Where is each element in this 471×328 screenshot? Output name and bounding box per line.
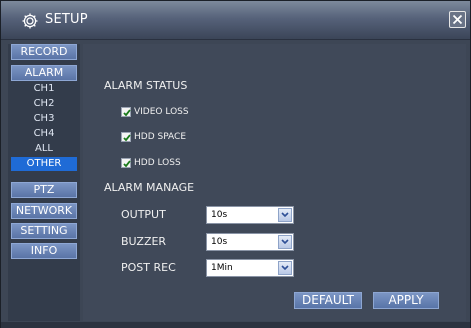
- buzzer-label: BUZZER: [121, 235, 167, 248]
- hdd-loss-label: HDD LOSS: [134, 158, 181, 168]
- post-rec-value: 1Min: [211, 263, 233, 273]
- alarm-item-ch1[interactable]: CH1: [11, 82, 77, 96]
- close-button[interactable]: [449, 11, 466, 28]
- hdd-loss-checkbox[interactable]: [121, 158, 131, 168]
- buzzer-select[interactable]: 10s: [206, 233, 294, 251]
- sidebar-item-record[interactable]: RECORD: [11, 44, 77, 60]
- chevron-down-icon[interactable]: [278, 235, 292, 249]
- hdd-space-checkbox[interactable]: [121, 132, 131, 142]
- alarm-item-ch4[interactable]: CH4: [11, 127, 77, 141]
- chevron-down-icon[interactable]: [278, 208, 292, 222]
- sidebar-item-ptz[interactable]: PTZ: [11, 182, 77, 198]
- checkmark-icon: [123, 109, 131, 117]
- video-loss-label: VIDEO LOSS: [134, 107, 189, 117]
- sidebar-item-info[interactable]: INFO: [11, 243, 77, 259]
- alarm-item-ch3[interactable]: CH3: [11, 112, 77, 126]
- hdd-space-label: HDD SPACE: [134, 132, 187, 142]
- default-button[interactable]: DEFAULT: [294, 292, 362, 309]
- alarm-manage-heading: ALARM MANAGE: [104, 181, 195, 194]
- buzzer-value: 10s: [211, 237, 228, 247]
- output-value: 10s: [211, 210, 228, 220]
- sidebar-item-alarm[interactable]: ALARM: [11, 65, 77, 81]
- gear-icon: [21, 12, 39, 30]
- post-rec-select[interactable]: 1Min: [206, 259, 294, 277]
- chevron-down-icon[interactable]: [278, 261, 292, 275]
- alarm-status-heading: ALARM STATUS: [104, 79, 188, 92]
- apply-button[interactable]: APPLY: [373, 292, 439, 309]
- alarm-item-other[interactable]: OTHER: [11, 157, 77, 171]
- checkmark-icon: [123, 160, 131, 168]
- setup-window: SETUP RECORD ALARM CH1 CH2 CH3 CH4 ALL O…: [0, 0, 471, 328]
- sidebar-item-network[interactable]: NETWORK: [11, 203, 77, 219]
- sidebar: RECORD ALARM CH1 CH2 CH3 CH4 ALL OTHER P…: [8, 44, 80, 321]
- output-select[interactable]: 10s: [206, 206, 294, 224]
- checkmark-icon: [123, 134, 131, 142]
- sidebar-item-setting[interactable]: SETTING: [11, 223, 77, 239]
- window-title: SETUP: [45, 12, 88, 27]
- window-bottom-border: [1, 322, 470, 328]
- settings-panel: ALARM STATUS VIDEO LOSS HDD SPACE HDD LO…: [83, 44, 466, 321]
- alarm-item-all[interactable]: ALL: [11, 142, 77, 156]
- alarm-item-ch2[interactable]: CH2: [11, 97, 77, 111]
- post-rec-label: POST REC: [121, 261, 176, 274]
- video-loss-checkbox[interactable]: [121, 107, 131, 117]
- output-label: OUTPUT: [121, 208, 166, 221]
- close-icon: [452, 14, 463, 25]
- title-bar: SETUP: [1, 1, 470, 40]
